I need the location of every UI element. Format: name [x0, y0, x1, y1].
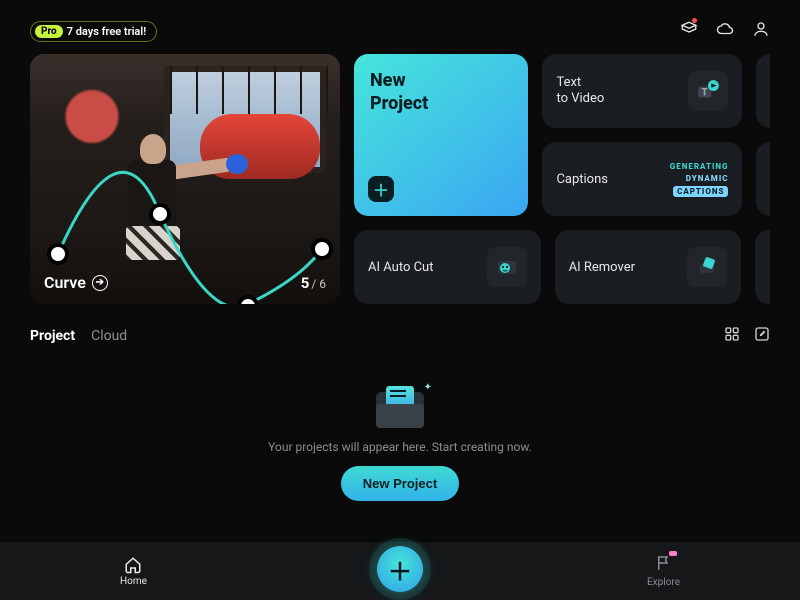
- new-project-button[interactable]: New Project: [341, 466, 459, 501]
- tile-new-project-label: New Project: [370, 70, 512, 115]
- nav-explore[interactable]: Explore: [647, 554, 680, 588]
- svg-text:T: T: [702, 87, 708, 98]
- empty-state: ✦ Your projects will appear here. Start …: [0, 352, 800, 501]
- ai-auto-cut-icon: [487, 247, 527, 287]
- hero-pagination: 5 / 6: [301, 274, 326, 292]
- empty-state-text: Your projects will appear here. Start cr…: [268, 440, 532, 454]
- tile-ai-remover[interactable]: AI Remover: [555, 230, 742, 304]
- tile-captions[interactable]: Captions GENERATING DYNAMIC CAPTIONS: [542, 142, 742, 216]
- arrow-right-icon: ➔: [92, 275, 108, 291]
- tab-project[interactable]: Project: [30, 328, 75, 344]
- fab-create[interactable]: ＋: [377, 546, 423, 592]
- nav-home[interactable]: Home: [120, 556, 147, 587]
- eraser-icon: [687, 247, 727, 287]
- tile-label: AI Remover: [569, 260, 635, 275]
- tile-ai-auto-cut[interactable]: AI Auto Cut: [354, 230, 541, 304]
- plus-icon: ＋: [368, 176, 394, 202]
- tile-label: AI Auto Cut: [368, 260, 433, 275]
- pro-badge: Pro: [35, 25, 63, 38]
- assets-icon[interactable]: [680, 20, 698, 42]
- nav-home-label: Home: [120, 576, 147, 587]
- promo-text: 7 days free trial!: [67, 25, 146, 38]
- tile-peek[interactable]: [756, 142, 770, 216]
- promo-pill[interactable]: Pro 7 days free trial!: [30, 21, 157, 42]
- hero-caption-label: Curve: [44, 273, 86, 292]
- tile-peek[interactable]: [756, 54, 770, 128]
- captions-badge: GENERATING DYNAMIC CAPTIONS: [670, 162, 729, 197]
- tile-label: Text to Video: [556, 75, 604, 108]
- tile-new-project[interactable]: New Project ＋: [354, 54, 528, 216]
- folder-icon: ✦: [376, 392, 424, 428]
- edit-icon[interactable]: [754, 326, 770, 346]
- grid-view-icon[interactable]: [724, 326, 740, 346]
- profile-icon[interactable]: [752, 20, 770, 42]
- nav-explore-label: Explore: [647, 577, 680, 588]
- cloud-icon[interactable]: [716, 20, 734, 42]
- tile-label: Captions: [556, 172, 608, 187]
- text-to-video-icon: T: [688, 71, 728, 111]
- feature-hero-curve[interactable]: Curve ➔ 5 / 6: [30, 54, 340, 304]
- tile-text-to-video[interactable]: Text to Video T: [542, 54, 742, 128]
- tile-peek[interactable]: [755, 230, 770, 304]
- notification-dot: [692, 18, 697, 23]
- tab-cloud[interactable]: Cloud: [91, 328, 127, 344]
